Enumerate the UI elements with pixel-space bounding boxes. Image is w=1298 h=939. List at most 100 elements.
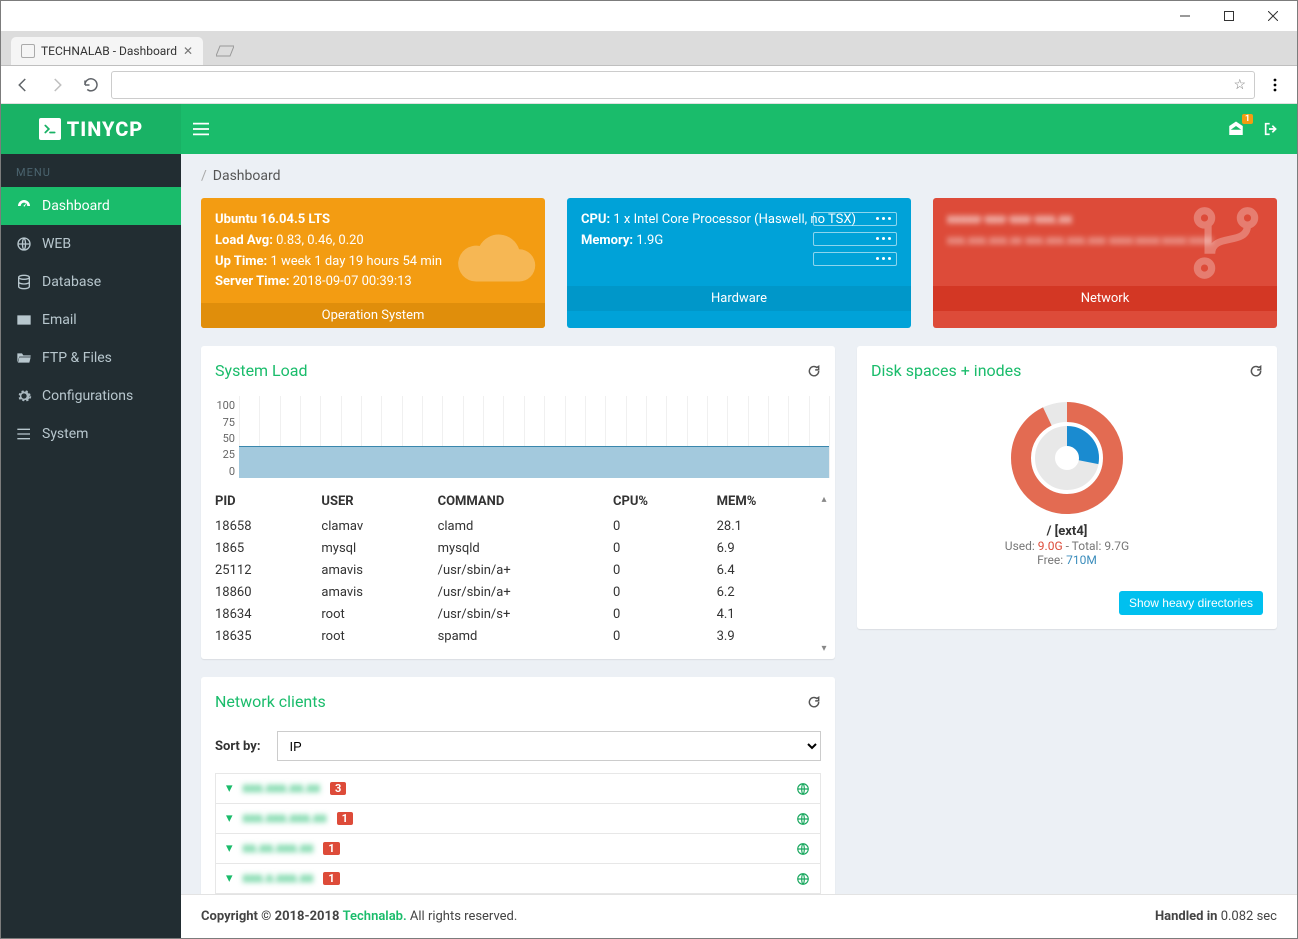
- process-table: PID USER COMMAND CPU% MEM% 18658clamavcl…: [205, 488, 819, 647]
- sidebar-item-database[interactable]: Database: [1, 263, 181, 301]
- globe-icon[interactable]: [796, 872, 810, 886]
- sidebar-item-system[interactable]: System: [1, 415, 181, 453]
- table-row: 18860amavis/usr/sbin/a+06.2: [205, 581, 819, 603]
- sidebar-item-label: Configurations: [42, 388, 133, 404]
- nav-back-button[interactable]: [9, 71, 37, 99]
- refresh-button[interactable]: [807, 364, 821, 378]
- browser-toolbar: ☆: [1, 66, 1297, 104]
- panel-title: Disk spaces + inodes: [871, 361, 1021, 380]
- logout-button[interactable]: [1263, 121, 1279, 137]
- notifications-button[interactable]: 1: [1227, 120, 1245, 138]
- sidebar-toggle-button[interactable]: [181, 122, 221, 136]
- browser-menu-button[interactable]: [1261, 77, 1289, 93]
- page-icon: [21, 44, 35, 58]
- hw-mem-label: Memory:: [581, 233, 633, 248]
- os-load-value: 0.83, 0.46, 0.20: [276, 233, 364, 248]
- panel-title: Network clients: [215, 692, 326, 711]
- window-maximize-button[interactable]: [1207, 2, 1251, 30]
- window-close-button[interactable]: [1251, 2, 1295, 30]
- tab-close-icon[interactable]: ✕: [183, 44, 193, 58]
- browser-tab-title: TECHNALAB - Dashboard: [41, 44, 177, 58]
- chevron-down-icon: ▾: [226, 781, 233, 796]
- panel-disk: Disk spaces + inodes / [ext4] Used: 9.0G…: [857, 346, 1277, 629]
- url-input[interactable]: [120, 77, 1225, 93]
- bookmark-star-icon[interactable]: ☆: [1233, 77, 1246, 93]
- client-ip: xx.xx.xxx.xx: [243, 841, 314, 856]
- nav-reload-button[interactable]: [77, 71, 105, 99]
- omnibox[interactable]: ☆: [111, 71, 1255, 99]
- breadcrumb: /Dashboard: [181, 154, 1297, 198]
- sidebar-item-label: Email: [42, 312, 77, 328]
- globe-icon[interactable]: [796, 812, 810, 826]
- card-os[interactable]: Ubuntu 16.04.5 LTS Load Avg: 0.83, 0.46,…: [201, 198, 545, 328]
- sidebar-section-label: MENU: [1, 154, 181, 187]
- client-ip: xxx.xxx.xxx.xx: [243, 811, 327, 826]
- client-ip: xxx.xxx.xx.xx: [243, 781, 320, 796]
- footer-handled: Handled in 0.082 sec: [1155, 909, 1277, 924]
- client-count-badge: 1: [337, 812, 353, 825]
- disk-donut-chart: [1007, 398, 1127, 518]
- chevron-down-icon: ▾: [226, 811, 233, 826]
- network-client-row[interactable]: ▾ xxx.xxx.xxx.xx 1: [215, 803, 821, 834]
- sort-by-select[interactable]: IP: [277, 731, 822, 761]
- sidebar-item-email[interactable]: Email: [1, 301, 181, 339]
- server-rack-icon: [813, 212, 897, 266]
- card-hw-footer: Hardware: [567, 286, 911, 311]
- gear-icon: [16, 388, 32, 404]
- refresh-button[interactable]: [1249, 364, 1263, 378]
- sidebar-item-dashboard[interactable]: Dashboard: [1, 187, 181, 225]
- cloud-icon: [451, 217, 537, 303]
- breadcrumb-page: Dashboard: [213, 168, 281, 184]
- sidebar-item-web[interactable]: WEB: [1, 225, 181, 263]
- sidebar-item-ftp[interactable]: FTP & Files: [1, 339, 181, 377]
- globe-icon[interactable]: [796, 782, 810, 796]
- sidebar-item-configurations[interactable]: Configurations: [1, 377, 181, 415]
- show-heavy-dirs-button[interactable]: Show heavy directories: [1119, 591, 1263, 615]
- sidebar-item-label: Database: [42, 274, 101, 290]
- table-row: 1865mysqlmysqld06.9: [205, 537, 819, 559]
- nav-forward-button[interactable]: [43, 71, 71, 99]
- net-hostname: xxxxx-xxx-xxx-xxx.xx: [947, 212, 1072, 227]
- dashboard-icon: [16, 198, 32, 214]
- window-titlebar: [1, 1, 1297, 31]
- folder-open-icon: [16, 350, 32, 366]
- panel-title: System Load: [215, 361, 308, 380]
- window-minimize-button[interactable]: [1163, 2, 1207, 30]
- refresh-button[interactable]: [807, 695, 821, 709]
- os-servertime-label: Server Time:: [215, 274, 290, 289]
- globe-icon: [16, 236, 32, 252]
- card-hardware[interactable]: CPU: 1 x Intel Core Processor (Haswell, …: [567, 198, 911, 328]
- browser-tabstrip: TECHNALAB - Dashboard ✕: [1, 31, 1297, 66]
- process-scrollbar[interactable]: ▴▾: [817, 492, 831, 655]
- disk-free-line: Free: 710M: [1037, 553, 1097, 567]
- client-ip: xxx.x.xxx.xx: [243, 871, 314, 886]
- terminal-icon: [39, 118, 61, 140]
- os-servertime-value: 2018-09-07 00:39:13: [293, 274, 412, 289]
- disk-mount: / [ext4]: [1047, 524, 1088, 539]
- client-count-badge: 3: [330, 782, 346, 795]
- network-client-row[interactable]: ▾ xxx.xxx.xx.xx 3: [215, 773, 821, 804]
- table-row: 18635rootspamd03.9: [205, 625, 819, 647]
- client-count-badge: 1: [323, 872, 339, 885]
- browser-tab[interactable]: TECHNALAB - Dashboard ✕: [11, 37, 203, 65]
- network-client-row[interactable]: ▾ xxx.x.xxx.xx 1: [215, 863, 821, 894]
- os-load-label: Load Avg:: [215, 233, 273, 248]
- app-header: TINYCP 1: [1, 104, 1297, 154]
- app-logo[interactable]: TINYCP: [1, 104, 181, 154]
- table-row: 25112amavis/usr/sbin/a+06.4: [205, 559, 819, 581]
- os-uptime-value: 1 week 1 day 19 hours 54 min: [270, 254, 442, 269]
- globe-icon[interactable]: [796, 842, 810, 856]
- card-network[interactable]: xxxxx-xxx-xxx-xxx.xx xxx.xxx.xxx.xx xxx.…: [933, 198, 1277, 328]
- sidebar: MENU Dashboard WEB Database Email: [1, 154, 181, 938]
- new-tab-button[interactable]: [211, 39, 239, 63]
- chart-yticks: 1007550250: [209, 400, 235, 482]
- database-icon: [16, 274, 32, 290]
- network-client-row[interactable]: ▾xx.xx.xxx.xx1: [215, 833, 821, 864]
- card-os-footer: Operation System: [201, 303, 545, 328]
- chevron-down-icon: ▾: [226, 871, 233, 886]
- sort-by-label: Sort by:: [215, 739, 261, 754]
- main-content: /Dashboard Ubuntu 16.04.5 LTS Load Avg: …: [181, 154, 1297, 938]
- hw-mem-value: 1.9G: [636, 233, 663, 248]
- col-mem: MEM%: [707, 488, 819, 515]
- envelope-icon: [16, 312, 32, 328]
